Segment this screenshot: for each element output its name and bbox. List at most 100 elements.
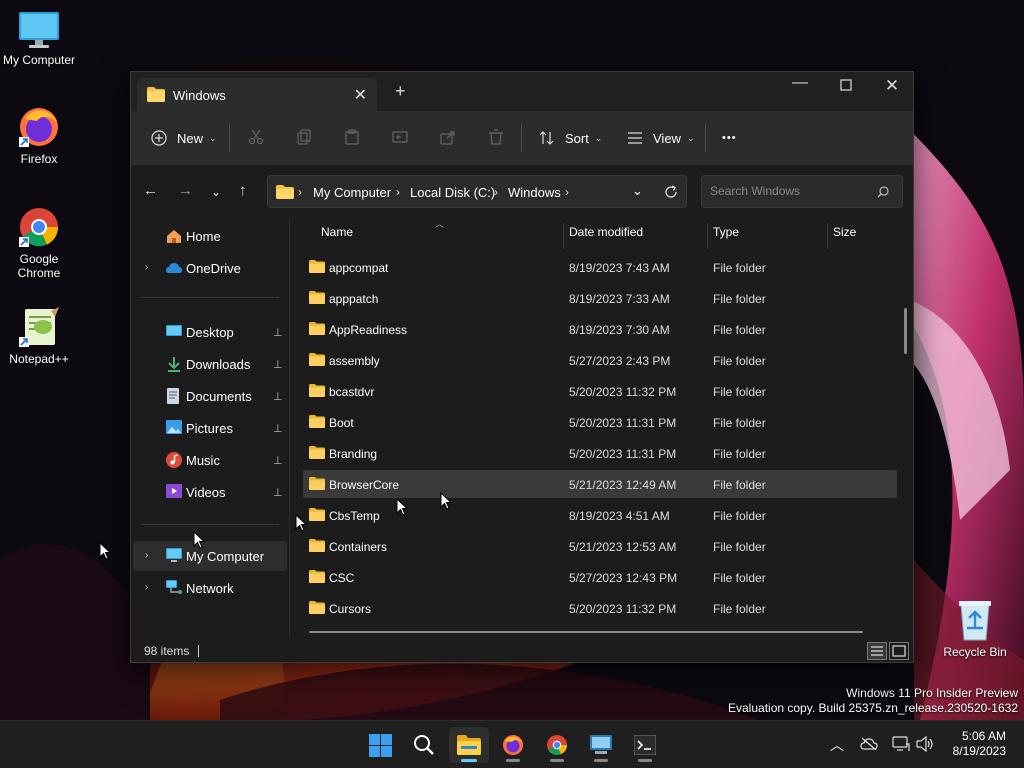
column-separator[interactable] — [707, 223, 708, 249]
nav-item-onedrive[interactable]: › OneDrive — [133, 253, 287, 283]
tab-close-button[interactable]: ✕ — [354, 85, 367, 105]
table-row[interactable]: Boot 5/20/2023 11:31 PM File folder — [303, 408, 897, 436]
column-separator[interactable] — [563, 223, 564, 249]
refresh-icon[interactable] — [664, 185, 678, 199]
file-explorer-window[interactable]: Windows ✕ + — ✕ New ⌄ Sort ⌄ View ⌄ ••• … — [130, 71, 914, 663]
volume-icon[interactable] — [916, 736, 934, 752]
nav-item-music[interactable]: Music ⊥ — [133, 445, 287, 475]
breadcrumb-local-disk[interactable]: Local Disk (C:) — [410, 185, 495, 200]
delete-icon[interactable] — [488, 129, 504, 145]
taskbar-terminal[interactable] — [625, 727, 665, 763]
table-row[interactable]: apppatch 8/19/2023 7:33 AM File folder — [303, 284, 897, 312]
desktop-icon-recycle-bin[interactable]: Recycle Bin — [936, 598, 1014, 659]
new-button[interactable]: New ⌄ — [151, 128, 217, 148]
table-row[interactable]: CbsTemp 8/19/2023 4:51 AM File folder — [303, 501, 897, 529]
firefox-icon — [19, 108, 58, 147]
file-type: File folder — [713, 385, 766, 399]
view-button[interactable]: View ⌄ — [627, 128, 695, 148]
breadcrumb-my-computer[interactable]: My Computer — [313, 185, 391, 200]
details-view-icon — [871, 646, 883, 656]
address-bar-row: ← → ⌄ ↑ › My Computer › Local Disk (C:) … — [131, 165, 913, 217]
search-box[interactable] — [701, 175, 903, 208]
tab-windows[interactable]: Windows ✕ — [137, 78, 377, 111]
title-bar[interactable]: Windows ✕ + — ✕ — [131, 72, 913, 111]
paste-icon[interactable] — [344, 129, 360, 145]
sort-button[interactable]: Sort ⌄ — [539, 128, 602, 148]
onedrive-offline-icon[interactable] — [860, 737, 878, 751]
column-header-size[interactable]: Size — [833, 225, 856, 249]
file-type: File folder — [713, 540, 766, 554]
view-button-label: View — [653, 130, 681, 146]
expand-chevron-icon[interactable]: › — [145, 262, 148, 273]
table-row[interactable]: CSC 5/27/2023 12:43 PM File folder — [303, 563, 897, 591]
more-options-button[interactable]: ••• — [722, 128, 737, 148]
search-input[interactable] — [710, 184, 870, 198]
rename-icon[interactable] — [392, 129, 408, 145]
taskbar-search-button[interactable] — [404, 727, 444, 763]
up-button[interactable]: ↑ — [239, 183, 247, 199]
vertical-scrollbar-thumb[interactable] — [904, 308, 907, 354]
new-tab-button[interactable]: + — [395, 82, 406, 100]
breadcrumb-separator: › — [494, 185, 498, 199]
table-row[interactable]: Cursors 5/20/2023 11:32 PM File folder — [303, 594, 897, 622]
desktop-icon-label: My Computer — [2, 53, 76, 67]
minimize-button[interactable]: — — [777, 74, 823, 104]
table-row[interactable]: BrowserCore 5/21/2023 12:49 AM File folder — [303, 470, 897, 498]
network-status-icon[interactable] — [892, 736, 910, 752]
horizontal-scrollbar-thumb[interactable] — [309, 631, 863, 633]
table-row[interactable]: bcastdvr 5/20/2023 11:32 PM File folder — [303, 377, 897, 405]
nav-item-pictures[interactable]: Pictures ⊥ — [133, 413, 287, 443]
nav-item-downloads[interactable]: Downloads ⊥ — [133, 349, 287, 379]
terminal-icon — [634, 735, 656, 755]
show-hidden-icons-button[interactable]: ︿ — [830, 735, 844, 755]
folder-icon — [309, 260, 325, 273]
details-view-button[interactable] — [867, 642, 887, 660]
taskbar-firefox[interactable] — [493, 727, 533, 763]
desktop-icon-my-computer[interactable]: My Computer — [0, 10, 78, 67]
nav-item-desktop[interactable]: Desktop ⊥ — [133, 317, 287, 347]
share-icon[interactable] — [440, 129, 456, 145]
file-date-modified: 8/19/2023 4:51 AM — [569, 509, 670, 523]
address-bar[interactable]: › My Computer › Local Disk (C:) › Window… — [267, 175, 687, 208]
table-row[interactable]: AppReadiness 8/19/2023 7:30 AM File folder — [303, 315, 897, 343]
forward-button[interactable]: → — [178, 183, 193, 199]
close-window-button[interactable]: ✕ — [869, 76, 915, 106]
folder-icon — [309, 539, 325, 552]
maximize-button[interactable] — [823, 79, 869, 109]
table-row[interactable]: Branding 5/20/2023 11:31 PM File folder — [303, 439, 897, 467]
search-icon — [877, 186, 889, 198]
table-row[interactable]: appcompat 8/19/2023 7:43 AM File folder — [303, 253, 897, 281]
taskbar-remote-desktop[interactable] — [581, 727, 621, 763]
table-row[interactable]: assembly 5/27/2023 2:43 PM File folder — [303, 346, 897, 374]
column-header-date-modified[interactable]: Date modified — [569, 225, 643, 249]
nav-item-my-computer[interactable]: › My Computer — [133, 541, 287, 571]
nav-item-videos[interactable]: Videos ⊥ — [133, 477, 287, 507]
tiles-view-button[interactable] — [889, 642, 909, 660]
column-header-type[interactable]: Type — [713, 225, 739, 249]
column-header-name[interactable]: Name — [321, 225, 353, 249]
nav-item-network[interactable]: › Network — [133, 573, 287, 603]
back-button[interactable]: ← — [143, 183, 158, 199]
pane-splitter[interactable] — [289, 217, 290, 637]
recent-locations-button[interactable]: ⌄ — [211, 184, 221, 200]
nav-item-documents[interactable]: Documents ⊥ — [133, 381, 287, 411]
nav-item-home[interactable]: Home — [133, 221, 287, 251]
breadcrumb-windows[interactable]: Windows — [508, 185, 561, 200]
file-name: appcompat — [329, 261, 389, 275]
desktop-icon-chrome[interactable]: Google Chrome — [0, 205, 78, 280]
desktop-icon-firefox[interactable]: Firefox — [0, 105, 78, 166]
taskbar-chrome[interactable] — [537, 727, 577, 763]
expand-chevron-icon[interactable]: › — [145, 550, 148, 561]
taskbar-clock[interactable]: 5:06 AM 8/19/2023 — [944, 729, 1006, 759]
expand-chevron-icon[interactable]: › — [145, 582, 148, 593]
address-history-dropdown[interactable]: ⌄ — [632, 183, 643, 199]
taskbar-start-button[interactable] — [360, 727, 400, 763]
sort-button-label: Sort — [565, 130, 589, 146]
desktop-icon-notepadpp[interactable]: Notepad++ — [0, 305, 78, 366]
table-row[interactable]: Containers 5/21/2023 12:53 AM File folder — [303, 532, 897, 560]
cut-icon[interactable] — [248, 129, 264, 145]
column-separator[interactable] — [827, 223, 828, 249]
copy-icon[interactable] — [296, 129, 312, 145]
taskbar-file-explorer[interactable] — [449, 727, 489, 763]
mouse-cursor-icon — [99, 542, 111, 560]
